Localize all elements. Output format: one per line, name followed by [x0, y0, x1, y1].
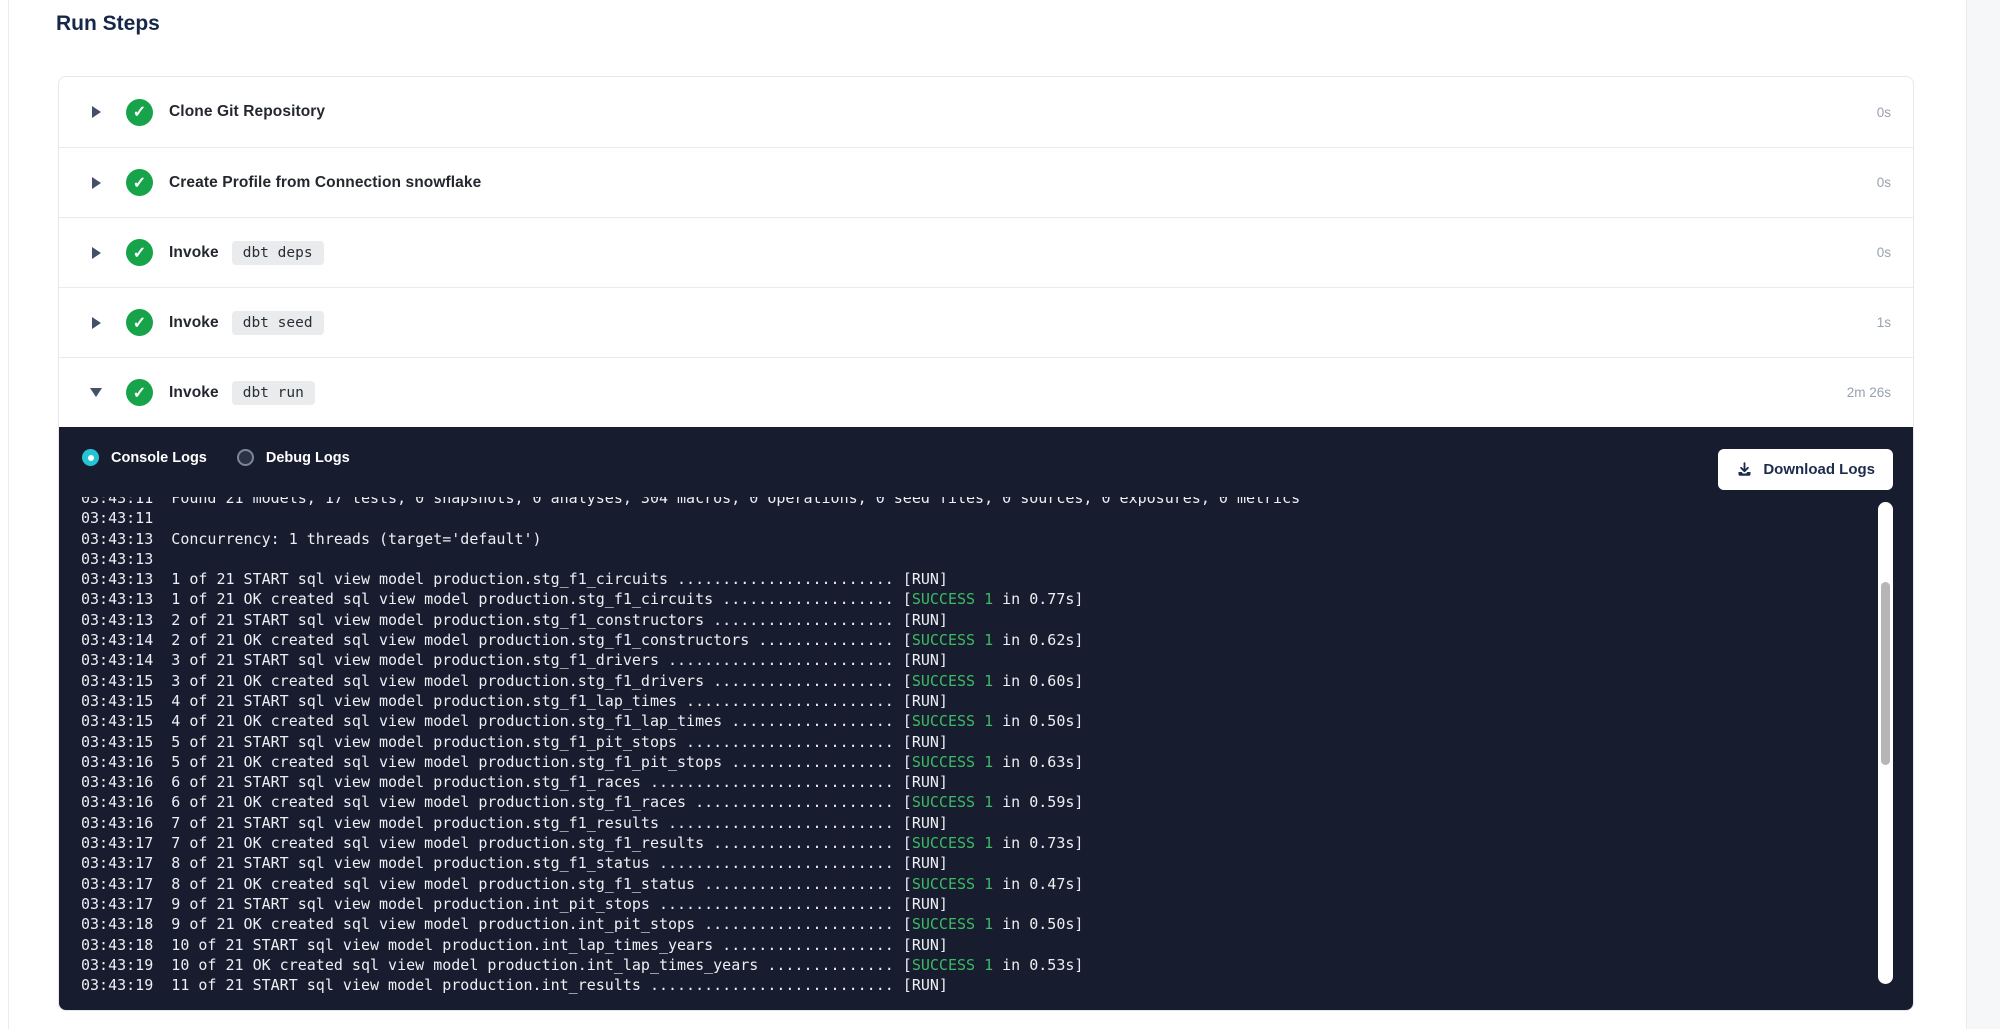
- log-line: 03:43:16 6 of 21 OK created sql view mod…: [81, 792, 1869, 812]
- command-chip: dbt run: [232, 381, 315, 405]
- log-line: 03:43:17 9 of 21 START sql view model pr…: [81, 894, 1869, 914]
- step-row[interactable]: ✓ Invoke dbt deps 0s: [59, 217, 1913, 287]
- log-line: 03:43:16 6 of 21 START sql view model pr…: [81, 772, 1869, 792]
- log-line: 03:43:14 2 of 21 OK created sql view mod…: [81, 630, 1869, 650]
- run-steps-card: ✓ Clone Git Repository 0s ✓ Create Profile f…: [58, 76, 1914, 1011]
- log-line: 03:43:17 8 of 21 OK created sql view mod…: [81, 874, 1869, 894]
- log-line: 03:43:13: [81, 549, 1869, 569]
- chevron-right-icon[interactable]: [89, 317, 103, 329]
- success-check-icon: ✓: [126, 99, 153, 126]
- radio-unselected-icon[interactable]: [237, 449, 254, 466]
- chevron-right-icon[interactable]: [89, 177, 103, 189]
- debug-logs-radio[interactable]: Debug Logs: [237, 449, 350, 466]
- console-log-output[interactable]: 03:43:11 Found 21 models, 17 tests, 0 sn…: [81, 497, 1869, 1002]
- log-line: 03:43:16 5 of 21 OK created sql view mod…: [81, 752, 1869, 772]
- command-chip: dbt seed: [232, 311, 324, 335]
- success-check-icon: ✓: [126, 169, 153, 196]
- chevron-right-icon[interactable]: [89, 247, 103, 259]
- download-logs-label: Download Logs: [1763, 461, 1875, 478]
- console-logs-radio[interactable]: Console Logs: [82, 449, 207, 466]
- log-type-radio-group: Console Logs Debug Logs: [82, 449, 350, 466]
- step-row[interactable]: ✓ Invoke dbt seed 1s: [59, 287, 1913, 357]
- step-row[interactable]: ✓ Create Profile from Connection snowflak…: [59, 147, 1913, 217]
- log-line: 03:43:18 9 of 21 OK created sql view mod…: [81, 914, 1869, 934]
- step-label: Create Profile from Connection snowflake: [169, 174, 481, 192]
- step-row[interactable]: ✓ Clone Git Repository 0s: [59, 77, 1913, 147]
- success-check-icon: ✓: [126, 379, 153, 406]
- success-check-icon: ✓: [126, 309, 153, 336]
- chevron-down-icon[interactable]: [89, 388, 103, 397]
- log-line: 03:43:16 7 of 21 START sql view model pr…: [81, 813, 1869, 833]
- step-row[interactable]: ✓ Invoke dbt run 2m 26s: [59, 357, 1913, 427]
- console-panel: Console Logs Debug Logs Download Logs: [59, 427, 1913, 1010]
- log-line: 03:43:18 10 of 21 START sql view model p…: [81, 935, 1869, 955]
- chevron-right-icon[interactable]: [89, 106, 103, 118]
- download-logs-button[interactable]: Download Logs: [1718, 449, 1893, 490]
- log-line: 03:43:19 10 of 21 OK created sql view mo…: [81, 955, 1869, 975]
- step-label: Invoke: [169, 314, 219, 332]
- page-title: Run Steps: [56, 12, 160, 36]
- console-logs-label: Console Logs: [111, 450, 207, 466]
- step-duration: 2m 26s: [1847, 385, 1891, 400]
- success-check-icon: ✓: [126, 239, 153, 266]
- log-line: 03:43:17 7 of 21 OK created sql view mod…: [81, 833, 1869, 853]
- log-line: 03:43:11 Found 21 models, 17 tests, 0 sn…: [81, 497, 1869, 508]
- console-scrollbar-thumb[interactable]: [1881, 582, 1890, 765]
- step-duration: 0s: [1877, 245, 1891, 260]
- download-icon: [1736, 461, 1753, 478]
- right-gutter: [1966, 0, 2000, 1029]
- log-lines: 03:43:11 Found 21 models, 17 tests, 0 sn…: [81, 497, 1869, 995]
- step-duration: 1s: [1877, 315, 1891, 330]
- log-line: 03:43:17 8 of 21 START sql view model pr…: [81, 853, 1869, 873]
- command-chip: dbt deps: [232, 241, 324, 265]
- left-divider: [8, 0, 9, 1029]
- radio-selected-icon[interactable]: [82, 449, 99, 466]
- console-scrollbar-track[interactable]: [1878, 502, 1893, 984]
- steps-list: ✓ Clone Git Repository 0s ✓ Create Profile f…: [59, 77, 1913, 427]
- step-label: Clone Git Repository: [169, 103, 325, 121]
- log-line: 03:43:19 11 of 21 START sql view model p…: [81, 975, 1869, 995]
- step-label: Invoke: [169, 244, 219, 262]
- log-line: 03:43:13 1 of 21 OK created sql view mod…: [81, 589, 1869, 609]
- run-steps-page: Run Steps ✓ Clone Git Repository 0s ✓ Create…: [0, 0, 2000, 1029]
- step-label: Invoke: [169, 384, 219, 402]
- step-duration: 0s: [1877, 175, 1891, 190]
- log-line: 03:43:15 5 of 21 START sql view model pr…: [81, 732, 1869, 752]
- log-line: 03:43:11: [81, 508, 1869, 528]
- log-line: 03:43:13 2 of 21 START sql view model pr…: [81, 610, 1869, 630]
- log-line: 03:43:13 1 of 21 START sql view model pr…: [81, 569, 1869, 589]
- log-line: 03:43:15 4 of 21 OK created sql view mod…: [81, 711, 1869, 731]
- log-line: 03:43:15 3 of 21 OK created sql view mod…: [81, 671, 1869, 691]
- step-duration: 0s: [1877, 105, 1891, 120]
- log-line: 03:43:13 Concurrency: 1 threads (target=…: [81, 529, 1869, 549]
- log-line: 03:43:15 4 of 21 START sql view model pr…: [81, 691, 1869, 711]
- debug-logs-label: Debug Logs: [266, 450, 350, 466]
- log-line: 03:43:14 3 of 21 START sql view model pr…: [81, 650, 1869, 670]
